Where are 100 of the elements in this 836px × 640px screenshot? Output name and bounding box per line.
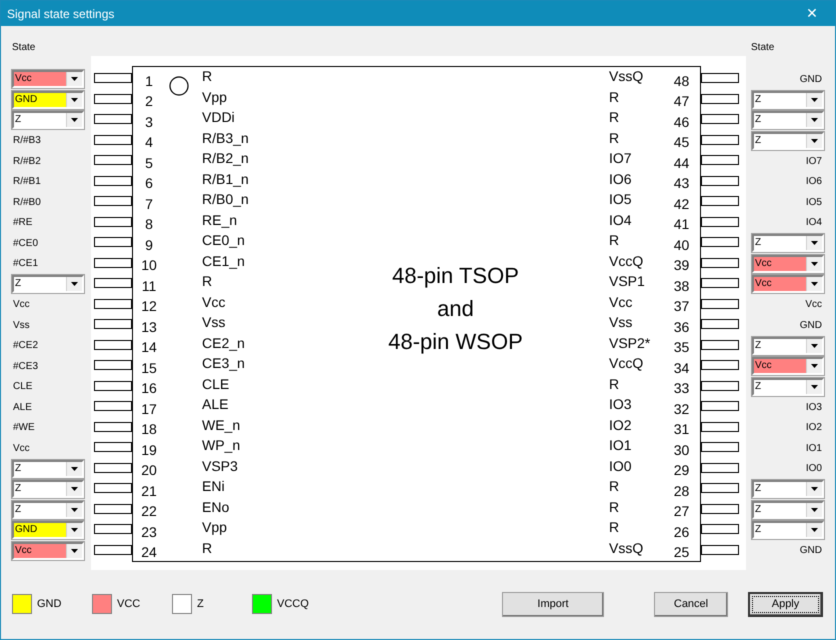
dialog-button[interactable]: Apply (748, 592, 823, 616)
pin-number: 21 (141, 482, 157, 498)
state-dropdown[interactable]: Z (12, 275, 84, 294)
caret-icon (71, 548, 78, 553)
caret-icon (811, 508, 818, 512)
pin-number: 27 (674, 503, 690, 519)
dialog-button[interactable]: Import (502, 592, 604, 616)
signal-label: GND (800, 545, 823, 556)
pin-number: 14 (141, 339, 157, 355)
signal-label: #CE1 (12, 258, 38, 270)
signal-label: GND (800, 320, 823, 331)
state-dropdown[interactable]: Vcc (752, 275, 824, 294)
legend-label: VCCQ (277, 598, 309, 610)
state-dropdown[interactable]: Z (752, 90, 824, 109)
package-caption: 48-pin WSOP (388, 329, 523, 355)
signal-label: IO2 (806, 422, 823, 434)
state-header: State (12, 42, 36, 52)
signal-label: IO5 (806, 196, 823, 208)
pin-number: 4 (145, 134, 153, 150)
signal-label: R/#B2 (12, 156, 41, 167)
caret-icon (71, 118, 78, 122)
pin-number: 24 (141, 544, 157, 560)
state-dropdown[interactable]: Z (752, 500, 824, 519)
pin-name: Vss (202, 314, 226, 330)
caret-icon (811, 487, 818, 492)
pin-number: 29 (674, 462, 690, 478)
signal-label: IO1 (806, 442, 823, 454)
signal-label: Vcc (12, 442, 30, 454)
caret-icon (811, 384, 818, 389)
state-dropdown[interactable]: GND (12, 90, 84, 109)
pin-name: R/B0_n (202, 191, 249, 207)
state-dropdown[interactable]: Z (12, 480, 84, 498)
signal-label: Vcc (805, 299, 823, 310)
caret-icon (71, 528, 78, 532)
signal-label: CLE (12, 381, 32, 392)
state-dropdown[interactable]: GND (12, 521, 84, 540)
state-dropdown[interactable]: Z (752, 111, 824, 130)
state-dropdown[interactable]: Z (752, 336, 824, 355)
signal-label: IO6 (806, 176, 823, 188)
pin-number: 22 (141, 503, 157, 519)
pin-name: R/B3_n (202, 130, 249, 146)
state-dropdown[interactable]: Z (752, 378, 824, 396)
state-dropdown[interactable]: Z (12, 460, 84, 478)
pin-number: 36 (674, 318, 690, 334)
state-dropdown[interactable]: Vcc (752, 254, 824, 273)
signal-label: #CE2 (12, 340, 38, 352)
caret-icon (71, 508, 78, 512)
signal-label: IO0 (806, 463, 823, 474)
pin-number: 16 (141, 380, 157, 396)
pin-name: IO3 (609, 396, 632, 412)
pin-number: 31 (674, 421, 690, 437)
caret-icon (71, 282, 78, 286)
pin-number: 30 (674, 442, 690, 458)
pin-name: Vss (609, 314, 632, 330)
close-button[interactable]: ✕ (789, 1, 835, 26)
pin-name: Vcc (202, 294, 226, 310)
pin-number: 41 (674, 216, 690, 232)
pin-name: VSP2* (609, 334, 650, 350)
pin-number: 26 (674, 524, 690, 540)
signal-label: GND (800, 74, 823, 85)
caret-icon (71, 98, 78, 102)
pin-number: 5 (145, 154, 153, 170)
state-dropdown[interactable]: Z (752, 521, 824, 540)
pin-name: Vpp (202, 88, 227, 104)
pin-name: R (609, 498, 620, 514)
pin-number: 13 (141, 318, 157, 334)
pin-name: VSP1 (609, 273, 645, 289)
pin-name: VssQ (609, 540, 644, 556)
pin-name: R (202, 68, 212, 84)
pin-number: 3 (145, 114, 153, 130)
legend-label: Z (197, 598, 204, 610)
pin-name: VssQ (609, 68, 644, 84)
signal-label: Vcc (12, 299, 30, 310)
pin-name: R/B2_n (202, 150, 249, 166)
pin-name: IO5 (609, 191, 632, 207)
state-dropdown[interactable]: Z (752, 234, 824, 252)
caret-icon (71, 77, 78, 82)
pin-number: 37 (674, 298, 690, 314)
package-caption: 48-pin TSOP (392, 263, 519, 289)
pin-number: 44 (674, 154, 690, 170)
state-dropdown[interactable]: Vcc (12, 70, 84, 88)
caret-icon (811, 282, 818, 286)
state-dropdown[interactable]: Z (12, 111, 84, 130)
pin-number: 35 (674, 339, 690, 355)
dialog-button[interactable]: Cancel (654, 592, 728, 616)
pin-name: RE_n (202, 212, 238, 228)
caret-icon (811, 528, 818, 532)
legend-label: VCC (117, 598, 140, 610)
pin-name: VccQ (609, 252, 644, 268)
state-dropdown[interactable]: Z (12, 500, 84, 519)
state-dropdown[interactable]: Z (752, 132, 824, 150)
state-dropdown[interactable]: Vcc (12, 542, 84, 560)
pin-name: ALE (202, 396, 228, 412)
pin-name: IO7 (609, 150, 632, 166)
pin-name: IO6 (609, 170, 632, 186)
pin-number: 1 (145, 72, 153, 88)
pin-number: 34 (674, 360, 690, 376)
pin-number: 33 (674, 380, 690, 396)
state-dropdown[interactable]: Z (752, 480, 824, 498)
state-dropdown[interactable]: Vcc (752, 357, 824, 376)
